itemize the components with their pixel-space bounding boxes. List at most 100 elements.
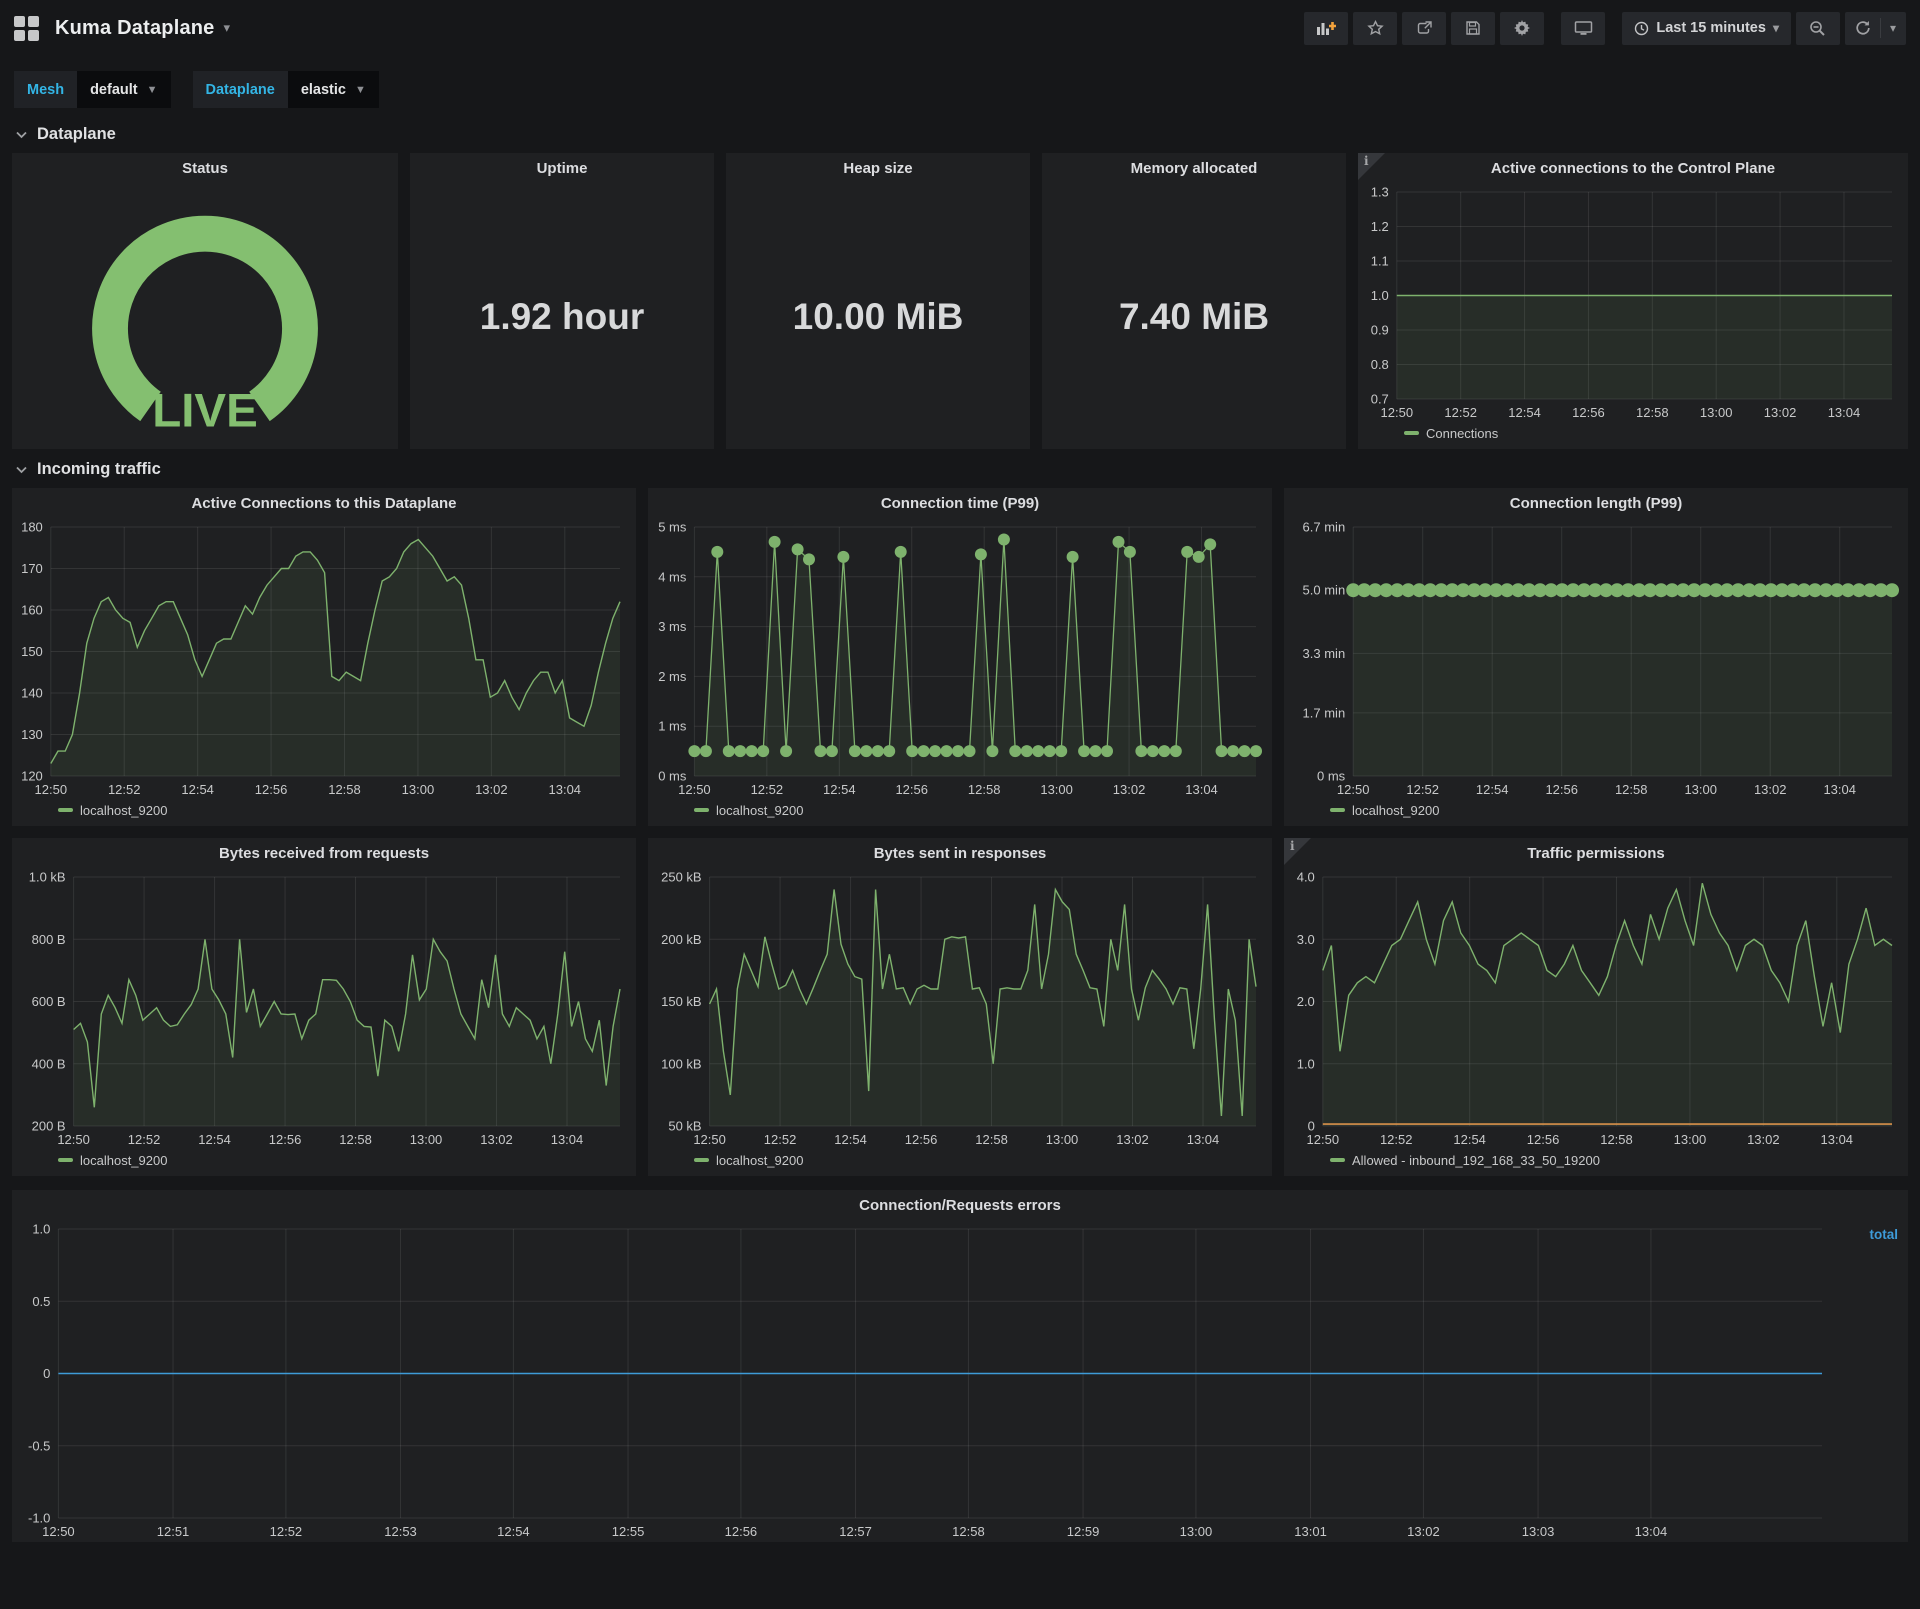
star-button[interactable] [1353,11,1398,45]
panel-title[interactable]: Heap size [726,153,1030,184]
row-header-dataplane[interactable]: Dataplane [0,114,1920,153]
row-header-incoming-traffic[interactable]: Incoming traffic [0,449,1920,488]
svg-text:13:00: 13:00 [1700,405,1733,420]
svg-text:12:56: 12:56 [1527,1132,1560,1147]
svg-text:3.3 min: 3.3 min [1303,646,1346,661]
mesh-select[interactable]: default ▼ [77,71,171,108]
panel-title[interactable]: Active Connections to this Dataplane [12,488,636,519]
share-icon [1417,21,1432,34]
legend-item[interactable]: Connections [1404,426,1498,441]
svg-text:12:52: 12:52 [764,1132,797,1147]
svg-text:1.7 min: 1.7 min [1303,705,1346,720]
bytes-sent-chart[interactable]: 250 kB 200 kB 150 kB 100 kB 50 kB 12:50 12:52 1… [648,869,1272,1150]
chart-legend: localhost_9200 [648,1150,1272,1176]
cp-connections-chart[interactable]: 1.3 1.2 1.1 1.0 0.9 0.8 0.7 12:50 12:52 12:54 12:5… [1358,184,1908,423]
svg-text:0.9: 0.9 [1371,323,1389,338]
panel-title[interactable]: Connection/Requests errors [12,1190,1908,1221]
legend-item[interactable]: Allowed - inbound_192_168_33_50_19200 [1330,1153,1600,1168]
time-caret-icon: ▾ [1772,21,1779,35]
add-panel-button[interactable] [1304,11,1349,45]
panel-title[interactable]: Status [12,153,398,184]
svg-text:140: 140 [21,686,43,701]
time-range-picker[interactable]: Last 15 minutes ▾ [1622,11,1791,45]
share-button[interactable] [1402,11,1447,45]
bytes-received-chart[interactable]: 1.0 kB 800 B 600 B 400 B 200 B 12:50 12:52 12:5… [12,869,636,1150]
dataplane-select[interactable]: elastic ▼ [287,71,379,108]
svg-text:13:00: 13:00 [1684,782,1717,797]
svg-text:13:02: 13:02 [1116,1132,1149,1147]
svg-text:13:02: 13:02 [1754,782,1787,797]
svg-text:12:52: 12:52 [1406,782,1439,797]
legend-item[interactable]: localhost_9200 [58,1153,167,1168]
star-icon [1367,20,1384,36]
connection-errors-chart[interactable]: 1.0 0.5 0 -0.5 -1.0 12:50 12:51 12:52 12:53 12:54… [12,1221,1908,1542]
active-connections-chart[interactable]: 180 170 160 150 140 130 120 12:50 12:52 12:54 12:5… [12,519,636,800]
svg-text:13:00: 13:00 [410,1132,443,1147]
svg-text:180: 180 [21,520,43,535]
info-corner-icon[interactable]: i [1284,838,1311,865]
svg-text:12:50: 12:50 [1307,1132,1340,1147]
legend-item[interactable]: localhost_9200 [694,803,803,818]
connection-length-chart[interactable]: 6.7 min 5.0 min 3.3 min 1.7 min 0 ms 12:50 12:… [1284,519,1908,800]
chart-legend: localhost_9200 [12,800,636,826]
svg-text:12:56: 12:56 [1545,782,1578,797]
info-corner-icon[interactable]: i [1358,153,1385,180]
svg-text:13:04: 13:04 [551,1132,584,1147]
template-variables: Mesh default ▼ Dataplane elastic ▼ [14,71,1906,108]
svg-text:250 kB: 250 kB [661,870,701,885]
dataplane-variable: Dataplane elastic ▼ [192,71,379,108]
save-button[interactable] [1451,11,1496,45]
svg-text:12:55: 12:55 [612,1524,645,1539]
svg-text:600 B: 600 B [32,994,66,1009]
svg-text:13:00: 13:00 [1180,1524,1213,1539]
panel-bytes-received: Bytes received from requests 1.0 kB 800 B… [12,838,636,1176]
memory-value: 7.40 MiB [1118,295,1270,337]
zoom-out-button[interactable] [1795,11,1840,45]
mesh-variable: Mesh default ▼ [14,71,171,108]
svg-text:12:58: 12:58 [339,1132,372,1147]
svg-text:1.0 kB: 1.0 kB [29,870,66,885]
dashboard-title[interactable]: Kuma Dataplane [55,17,215,40]
connection-time-chart[interactable]: 5 ms 4 ms 3 ms 2 ms 1 ms 0 ms 12:50 12:52 12:54 1… [648,519,1272,800]
svg-text:6.7 min: 6.7 min [1303,520,1346,535]
svg-text:12:58: 12:58 [952,1524,985,1539]
clock-icon [1635,21,1649,35]
legend-item[interactable]: localhost_9200 [694,1153,803,1168]
panel-title[interactable]: Uptime [410,153,714,184]
apps-grid-icon[interactable] [14,15,39,41]
add-panel-icon [1316,22,1336,35]
panel-status: Status LIVE [12,153,398,449]
status-gauge: LIVE [12,184,398,449]
panel-title[interactable]: Memory allocated [1042,153,1346,184]
svg-text:150: 150 [21,644,43,659]
refresh-button[interactable]: ▾ [1844,11,1906,45]
svg-text:2.0: 2.0 [1297,994,1315,1009]
svg-text:13:00: 13:00 [402,782,435,797]
panel-title[interactable]: Bytes sent in responses [648,838,1272,869]
panel-bytes-sent: Bytes sent in responses 250 kB 200 kB 150 … [648,838,1272,1176]
panel-title[interactable]: Connection length (P99) [1284,488,1908,519]
panel-traffic-permissions: i Traffic permissions 4.0 3.0 2.0 1.0 0 12:50… [1284,838,1908,1176]
mesh-label: Mesh [14,71,78,108]
svg-text:-0.5: -0.5 [28,1438,50,1453]
chevron-down-icon [16,131,27,138]
svg-text:13:03: 13:03 [1522,1524,1555,1539]
legend-item[interactable]: localhost_9200 [58,803,167,818]
refresh-caret-icon[interactable]: ▾ [1890,21,1896,35]
settings-button[interactable] [1500,11,1545,45]
tv-mode-button[interactable] [1561,11,1606,45]
svg-text:13:00: 13:00 [1046,1132,1079,1147]
chart-legend: localhost_9200 [12,1150,636,1176]
panel-title[interactable]: Active connections to the Control Plane [1358,153,1908,184]
title-caret-icon[interactable]: ▾ [224,20,231,36]
svg-text:13:02: 13:02 [475,782,508,797]
traffic-permissions-chart[interactable]: 4.0 3.0 2.0 1.0 0 12:50 12:52 12:54 12:56 12:58 13… [1284,869,1908,1150]
svg-text:170: 170 [21,561,43,576]
svg-text:200 kB: 200 kB [661,932,701,947]
panel-title[interactable]: Bytes received from requests [12,838,636,869]
svg-text:4.0: 4.0 [1297,870,1315,885]
legend-item[interactable]: localhost_9200 [1330,803,1439,818]
panel-title[interactable]: Connection time (P99) [648,488,1272,519]
panel-title[interactable]: Traffic permissions [1284,838,1908,869]
svg-text:12:58: 12:58 [975,1132,1008,1147]
